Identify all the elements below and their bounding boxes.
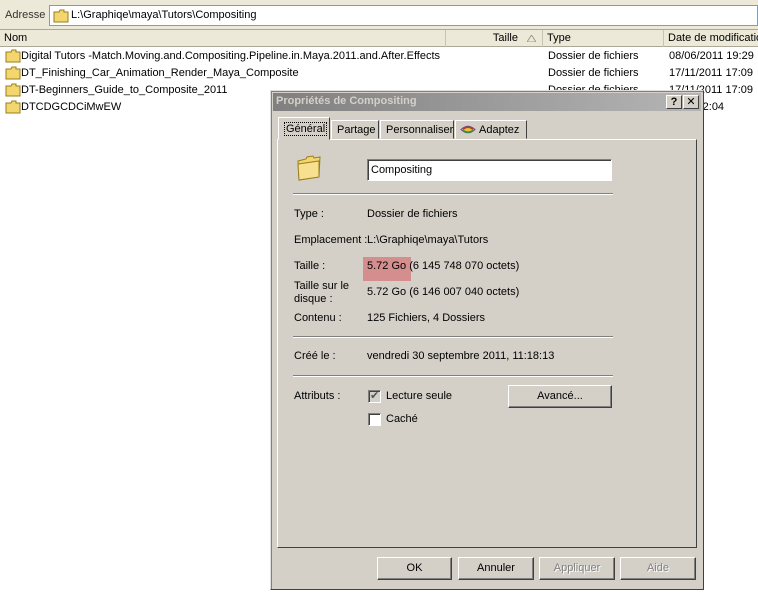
file-date: 08/06/2011 19:29 — [669, 50, 754, 62]
hidden-checkbox[interactable] — [368, 413, 381, 426]
attributes-label: Attributs : — [294, 390, 341, 402]
folder-icon — [5, 66, 21, 80]
close-icon[interactable]: ✕ — [683, 95, 699, 109]
size-label: Taille : — [294, 260, 326, 272]
ok-button[interactable]: OK — [377, 557, 452, 580]
file-name: DTCDGCDCiMwEW — [21, 101, 122, 113]
tab-panel-general — [277, 139, 697, 548]
adaptez-icon — [460, 125, 476, 134]
readonly-checkbox[interactable]: ✔ — [368, 390, 381, 403]
tab-personnaliser[interactable]: Personnaliser — [380, 120, 454, 139]
column-header-type[interactable]: Type — [543, 30, 664, 47]
folder-icon — [297, 155, 321, 181]
tab-adaptez-label: Adaptez — [479, 124, 520, 136]
location-label: Emplacement : — [294, 234, 368, 246]
size-on-disk-label-line2: disque : — [294, 293, 333, 305]
check-icon: ✔ — [370, 390, 380, 402]
cancel-button[interactable]: Annuler — [458, 557, 534, 580]
file-row[interactable]: DT_Finishing_Car_Animation_Render_Maya_C… — [0, 65, 758, 82]
readonly-label: Lecture seule — [386, 390, 453, 402]
divider — [293, 336, 613, 338]
folder-icon — [53, 9, 69, 23]
sort-arrow-icon — [527, 35, 536, 42]
advanced-button[interactable]: Avancé... — [508, 385, 612, 408]
created-value: vendredi 30 septembre 2011, 11:18:13 — [367, 350, 555, 362]
tab-adaptez[interactable]: Adaptez — [455, 120, 527, 139]
size-value: 5.72 Go (6 145 748 070 octets) — [367, 260, 520, 272]
address-label: Adresse — [5, 9, 46, 21]
divider — [293, 193, 613, 195]
tab-general-label: Général — [284, 122, 328, 136]
location-value: L:\Graphiqe\maya\Tutors — [367, 234, 489, 246]
hidden-label: Caché — [386, 413, 418, 425]
size-on-disk-value: 5.72 Go (6 146 007 040 octets) — [367, 286, 520, 298]
address-input[interactable]: L:\Graphiqe\maya\Tutors\Compositing — [49, 5, 758, 26]
address-bar: Adresse L:\Graphiqe\maya\Tutors\Composit… — [0, 0, 758, 30]
column-header-date[interactable]: Date de modification — [664, 30, 758, 47]
file-type: Dossier de fichiers — [548, 67, 639, 79]
column-header-name[interactable]: Nom — [0, 30, 446, 47]
tab-general[interactable]: Général — [278, 117, 330, 140]
file-name: DT-Beginners_Guide_to_Composite_2011 — [21, 84, 228, 96]
column-header-row: Nom Taille Type Date de modification — [0, 30, 758, 47]
contents-label: Contenu : — [294, 312, 342, 324]
folder-icon — [5, 100, 21, 114]
apply-button[interactable]: Appliquer — [539, 557, 615, 580]
folder-icon — [5, 49, 21, 63]
address-path: L:\Graphiqe\maya\Tutors\Compositing — [71, 9, 257, 21]
file-name: DT_Finishing_Car_Animation_Render_Maya_C… — [21, 67, 299, 79]
contents-value: 125 Fichiers, 4 Dossiers — [367, 312, 485, 324]
tab-partage[interactable]: Partage — [331, 120, 379, 139]
file-date: 17/11/2011 17:09 — [669, 67, 754, 79]
help-button[interactable]: Aide — [620, 557, 696, 580]
dialog-title: Propriétés de Compositing — [276, 95, 417, 107]
folder-name-input[interactable] — [367, 159, 612, 181]
properties-dialog: Propriétés de Compositing ? ✕ Général Pa… — [270, 90, 704, 590]
type-label: Type : — [294, 208, 324, 220]
help-icon[interactable]: ? — [666, 95, 682, 109]
file-name: Digital Tutors -Match.Moving.and.Composi… — [21, 50, 441, 62]
file-row[interactable]: Digital Tutors -Match.Moving.and.Composi… — [0, 48, 758, 65]
folder-icon — [5, 83, 21, 97]
divider — [293, 375, 613, 377]
type-value: Dossier de fichiers — [367, 208, 458, 220]
created-label: Créé le : — [294, 350, 336, 362]
dialog-titlebar[interactable]: Propriétés de Compositing ? ✕ — [273, 93, 701, 111]
file-type: Dossier de fichiers — [548, 50, 639, 62]
size-on-disk-label-line1: Taille sur le — [294, 280, 350, 292]
